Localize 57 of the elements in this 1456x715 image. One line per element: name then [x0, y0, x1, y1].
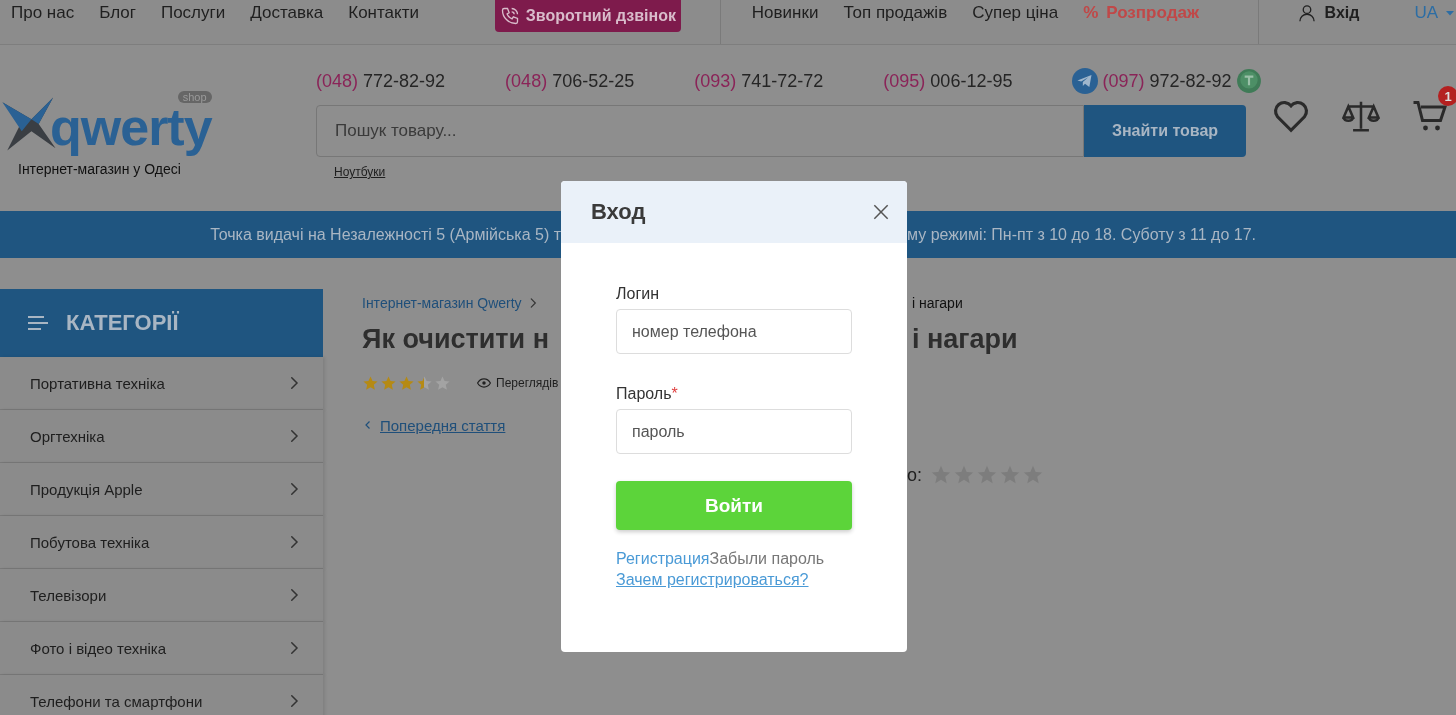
nav-link[interactable]: Контакти — [348, 3, 419, 23]
nav-link[interactable]: Блог — [99, 3, 136, 23]
phone-number[interactable]: (048) 706-52-25 — [505, 70, 635, 92]
category-item[interactable]: Портативна техніка — [0, 357, 323, 410]
previous-article-link[interactable]: Попередня стаття — [362, 404, 561, 446]
views-label: Переглядів — [496, 376, 559, 390]
nav-link[interactable]: Новинки — [751, 3, 819, 23]
category-item[interactable]: Продукція Apple — [0, 463, 323, 516]
why-register-link[interactable]: Зачем регистрироваться? — [616, 571, 809, 589]
category-item[interactable]: Телевізори — [0, 569, 323, 622]
category-item[interactable]: Телефони та смартфони — [0, 675, 323, 715]
nav-link[interactable]: Про нас — [11, 3, 75, 23]
search-hint-link[interactable]: Ноутбуки — [334, 165, 386, 179]
eye-icon — [477, 376, 491, 390]
user-icon — [1296, 3, 1317, 23]
field-label: Пароль* — [616, 385, 679, 403]
telegram-icon[interactable] — [1072, 68, 1099, 94]
breadcrumb-link[interactable]: Інтернет-магазин Qwerty — [362, 295, 522, 311]
register-link[interactable]: Регистрация — [616, 550, 710, 567]
nav-link[interactable]: Супер ціна — [972, 3, 1059, 23]
close-icon — [871, 202, 891, 222]
forgot-password-link[interactable]: Забыли пароль — [709, 550, 825, 567]
input-field[interactable]: пароль — [616, 409, 852, 454]
cart-count-badge: 1 — [1438, 86, 1456, 106]
half-star-icon — [416, 374, 433, 392]
breadcrumb-current: і нагари — [912, 295, 963, 311]
phone-number[interactable]: (093) 741-72-72 — [694, 70, 824, 92]
phone-number[interactable]: (097) 972-82-92 — [1102, 70, 1232, 92]
article-title: і нагари — [911, 323, 1019, 355]
pickup-notice: Точка видачі на Незалежності 5 (Армійська 5) т — [210, 225, 561, 243]
categories-header[interactable]: КАТЕГОРІЇ — [0, 289, 323, 357]
store-tagline: Інтернет-магазин у Одесі — [18, 161, 181, 177]
filled-star-icon — [398, 374, 415, 392]
close-button[interactable] — [871, 202, 891, 222]
callback-button[interactable]: Зворотний дзвінок — [494, 0, 681, 32]
nav-link[interactable]: Послуги — [160, 3, 226, 23]
search-button[interactable]: Знайти товар — [1084, 105, 1246, 157]
categories-title: КАТЕГОРІЇ — [66, 310, 179, 336]
coin-icon[interactable] — [1235, 68, 1262, 94]
modal-title: Вход — [591, 199, 646, 225]
search-field[interactable]: Пошук товару... — [316, 105, 1084, 157]
rate-label: о: — [907, 464, 922, 486]
filled-star-icon — [380, 374, 397, 392]
category-item[interactable]: Побутова техніка — [0, 516, 323, 569]
phone-number[interactable]: (048) 772-82-92 — [316, 70, 446, 92]
input-field[interactable]: номер телефона — [616, 309, 852, 354]
login-link[interactable]: Вхід — [1296, 3, 1360, 23]
article-title: Як очистити н — [362, 323, 550, 355]
nav-link[interactable]: Топ продажів — [843, 3, 948, 23]
category-item[interactable]: Оргтехніка — [0, 410, 323, 463]
phone-icon — [499, 6, 520, 26]
field-label: Логин — [616, 285, 660, 303]
category-item[interactable]: Фото і відео техніка — [0, 622, 323, 675]
filled-star-icon — [362, 374, 379, 392]
pickup-notice: му режимі: Пн-пт з 10 до 18. Суботу з 11 до 17. — [907, 225, 1256, 243]
nav-link[interactable]: Доставка — [250, 3, 324, 23]
phone-number[interactable]: (095) 006-12-95 — [883, 70, 1013, 92]
